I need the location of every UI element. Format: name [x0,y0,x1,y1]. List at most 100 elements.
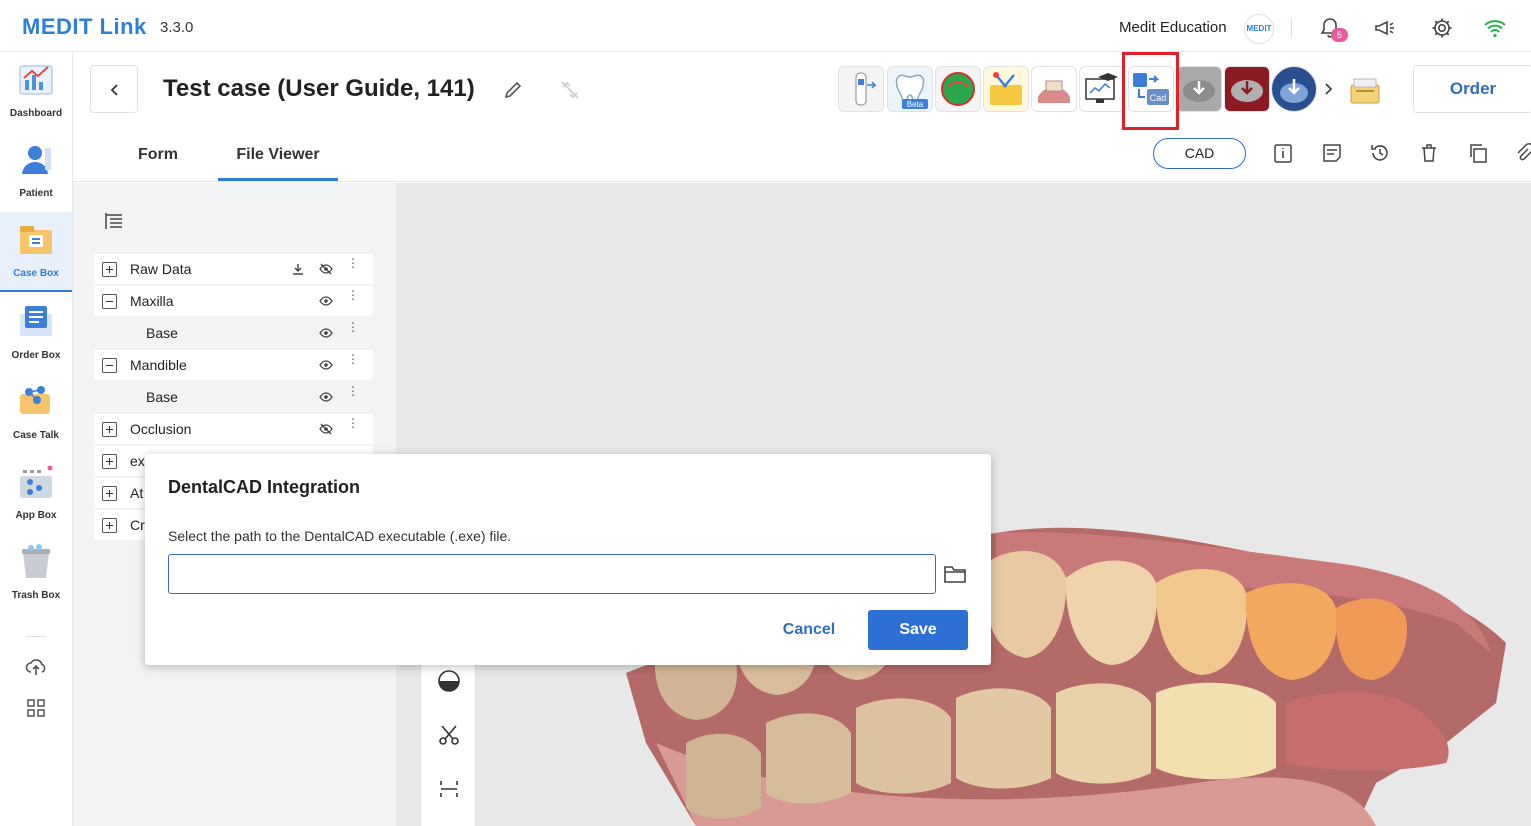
collapse-toggle[interactable] [102,294,117,309]
exe-path-input[interactable] [168,554,936,594]
user-name[interactable]: Medit Education [1119,19,1227,36]
patient-icon [22,146,51,174]
app-scanner[interactable] [838,66,884,112]
expand-toggle[interactable] [102,422,117,437]
chevron-right-icon[interactable] [1322,81,1336,97]
green-dot-app-icon [941,72,975,106]
case-talk-icon [20,386,50,414]
tree-row-label: Cr [130,517,145,533]
cad-status-badge[interactable]: CAD [1153,138,1246,169]
trash-icon[interactable] [1418,142,1440,164]
tree-row-label: ex [130,453,145,469]
app-gum-model[interactable] [1031,66,1077,112]
tab-file-viewer[interactable]: File Viewer [218,146,338,164]
more-options-icon[interactable]: ⋮ [347,353,359,373]
sidebar-item-label: Patient [19,188,53,199]
collapse-toggle[interactable] [102,358,117,373]
more-options-icon[interactable]: ⋮ [347,321,359,341]
tree-row-maxilla[interactable]: Maxilla ⋮ [94,286,373,316]
app-download-blue[interactable] [1271,66,1317,112]
expand-toggle[interactable] [102,454,117,469]
sidebar-item-case-talk[interactable]: Case Talk [0,374,72,454]
tree-row-label: Maxilla [130,293,174,309]
tree-row-occlusion[interactable]: Occlusion ⋮ [94,414,373,444]
download-grey-app-icon [1183,80,1215,102]
folder-icon[interactable] [943,564,967,584]
copy-icon[interactable] [1467,142,1489,164]
tree-row-mandible[interactable]: Mandible ⋮ [94,350,373,380]
archive-box-icon[interactable] [1348,73,1382,107]
highlight-box [1122,52,1179,130]
divider [1291,18,1292,38]
download-blue-app-icon [1280,79,1308,103]
tree-row-raw-data[interactable]: Raw Data ⋮ [94,254,373,284]
info-clipboard-icon[interactable] [1272,142,1294,164]
app-green-dot[interactable] [935,66,981,112]
scissors-icon[interactable] [437,723,461,747]
dashboard-icon [19,65,53,95]
notification-badge: 5 [1331,28,1348,42]
order-button[interactable]: Order [1413,65,1531,113]
sidebar-item-label: App Box [15,510,57,521]
svg-text:Beta: Beta [907,100,924,109]
sidebar-item-trash-box[interactable]: Trash Box [0,534,72,614]
sidebar-item-app-box[interactable]: App Box [0,454,72,534]
tree-row-maxilla-base[interactable]: Base ⋮ [94,318,373,348]
eye-icon[interactable] [319,294,333,308]
expand-toggle[interactable] [102,262,117,277]
expand-toggle[interactable] [102,486,117,501]
expand-toggle[interactable] [102,518,117,533]
tab-form[interactable]: Form [118,146,198,164]
more-options-icon[interactable]: ⋮ [347,417,359,437]
dialog-title: DentalCAD Integration [168,477,361,497]
note-icon[interactable] [1321,142,1343,164]
megaphone-icon[interactable] [1373,16,1397,40]
sidebar-item-case-box[interactable]: Case Box [0,212,72,292]
more-options-icon[interactable]: ⋮ [347,257,359,277]
grid-icon[interactable] [26,698,46,718]
tree-row-mandible-base[interactable]: Base ⋮ [94,382,373,412]
eye-icon[interactable] [319,358,333,372]
sidebar-item-patient[interactable]: Patient [0,132,72,212]
download-icon[interactable] [291,262,305,276]
app-download-grey[interactable] [1176,66,1222,112]
sidebar-item-label: Case Talk [13,430,59,441]
gear-icon[interactable] [1430,16,1454,40]
half-circle-icon[interactable] [437,669,461,693]
tree-list-icon[interactable] [103,210,125,232]
cancel-button[interactable]: Cancel [765,610,853,650]
avatar[interactable]: MEDIT [1244,14,1274,44]
tree-row-label: Mandible [130,357,187,373]
cloud-upload-icon[interactable] [24,654,48,678]
eye-icon[interactable] [319,326,333,340]
measure-icon[interactable] [437,777,461,801]
more-options-icon[interactable]: ⋮ [347,385,359,405]
sidebar-item-dashboard[interactable]: Dashboard [0,52,72,132]
eye-icon[interactable] [319,390,333,404]
app-education[interactable] [1079,66,1125,112]
sidebar-item-label: Case Box [13,268,59,279]
wifi-icon[interactable] [1483,16,1507,40]
app-version: 3.3.0 [160,19,194,36]
tree-row-label: At [130,485,144,501]
app-tooth-beta[interactable]: Beta [887,66,933,112]
back-button[interactable] [90,65,138,113]
eye-off-icon[interactable] [319,262,333,276]
pencil-icon[interactable] [502,79,524,101]
case-header: Test case (User Guide, 141) Beta Cad Ord… [73,52,1531,182]
history-icon[interactable] [1369,142,1391,164]
attachment-icon[interactable] [1513,142,1531,164]
case-box-icon [20,226,52,254]
app-folder-tools[interactable] [983,66,1029,112]
eye-off-icon[interactable] [319,422,333,436]
sidebar-item-order-box[interactable]: Order Box [0,294,72,374]
save-button[interactable]: Save [868,610,968,650]
app-box-icon [20,465,53,498]
tree-row-label: Base [146,325,178,341]
sidebar: Dashboard Patient Case Box Order Box Cas… [0,52,73,826]
divider [26,636,46,637]
more-options-icon[interactable]: ⋮ [347,289,359,309]
gum-model-app-icon [1038,80,1070,103]
sidebar-item-label: Trash Box [11,590,61,601]
app-download-red[interactable] [1224,66,1270,112]
